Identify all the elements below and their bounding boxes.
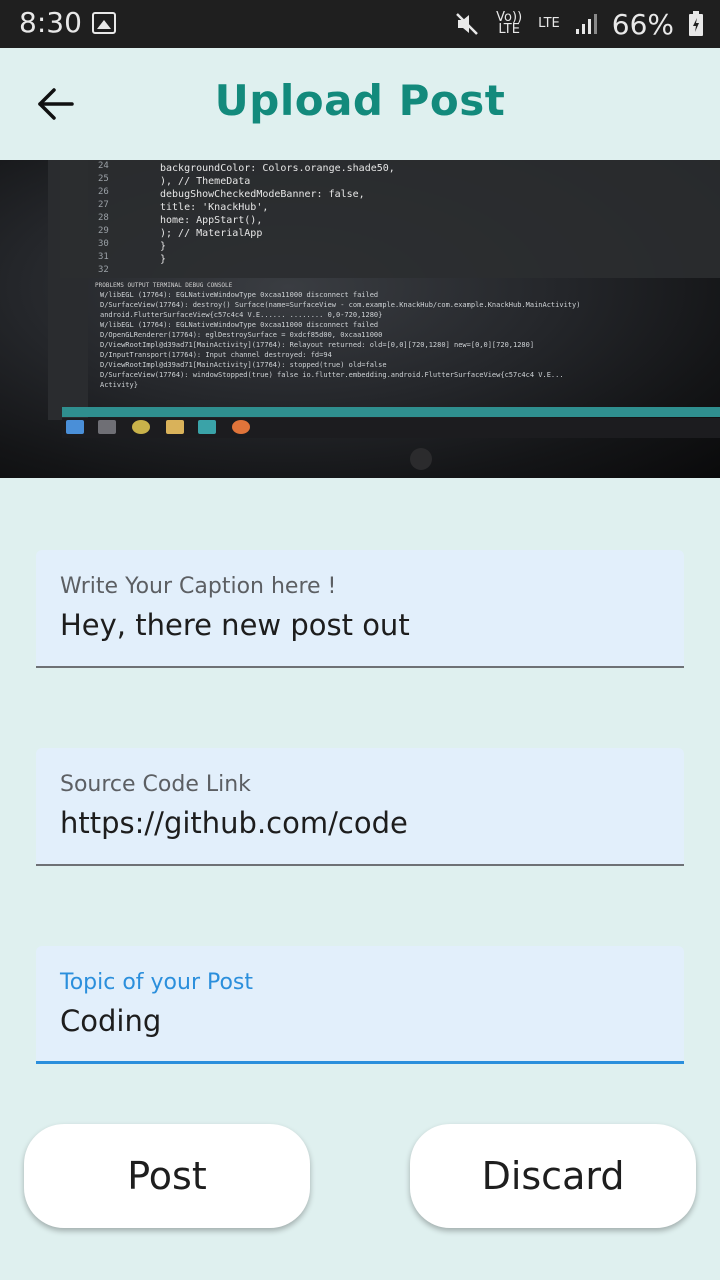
photo-console-line: D/ViewRootImpl@d39ad71[MainActivity](177… [100,361,387,369]
topic-label: Topic of your Post [60,970,254,995]
lte-indicator: LTE [538,16,560,31]
photo-taskbar-code-icon [198,420,216,434]
source-link-field[interactable]: Source Code Link [36,748,684,866]
photo-console-line: android.FlutterSurfaceView{c57c4c4 V.E..… [100,311,383,319]
caption-label: Write Your Caption here ! [60,574,337,599]
mute-icon [454,11,480,37]
photo-line-number: 31 [98,252,109,262]
photo-taskbar-folder-icon [166,420,184,434]
photo-code-line: backgroundColor: Colors.orange.shade50, [160,163,395,174]
photo-code-line: ), // ThemeData [160,176,251,187]
page-title: Upload Post [214,76,506,125]
photo-code-line: debugShowCheckedModeBanner: false, [160,189,365,200]
photo-taskbar-windows-icon [66,420,84,434]
photo-console-line: W/libEGL (17764): EGLNativeWindowType 0x… [100,291,379,299]
photo-code-line: home: AppStart(), [160,215,263,226]
photo-code-line: } [160,241,167,252]
caption-input[interactable] [60,608,660,642]
battery-icon [688,11,704,37]
post-image-preview: 24 25 26 27 28 29 30 31 32 backgroundColor: Colo… [0,160,720,478]
photo-console-tabs: PROBLEMS OUTPUT TERMINAL DEBUG CONSOLE [95,282,233,289]
photo-status-strip [62,407,720,417]
photo-console-line: D/InputTransport(17764): Input channel d… [100,351,332,359]
photo-line-number: 24 [98,161,109,171]
photo-line-number: 25 [98,174,109,184]
photo-line-number: 28 [98,213,109,223]
photo-line-numbers: 24 25 26 27 28 29 30 31 32 [98,160,109,277]
status-time: 8:30 [19,6,82,39]
photo-console-line: Activity} [100,381,138,389]
discard-button[interactable]: Discard [410,1124,696,1228]
photo-console-line: W/libEGL (17764): EGLNativeWindowType 0x… [100,321,379,329]
photo-taskbar-firefox-icon [232,420,250,434]
photo-line-number: 26 [98,187,109,197]
gallery-icon [92,12,116,34]
photo-code-line: title: 'KnackHub', [160,202,269,213]
photo-line-number: 29 [98,226,109,236]
volte-indicator: Vo)) LTE [496,10,523,37]
battery-percent: 66% [611,7,674,41]
photo-taskbar-task-icon [98,420,116,434]
status-right-group: Vo)) LTE LTE 66% [454,0,704,48]
photo-console-line: D/SurfaceView(17764): destroy() Surface(… [100,301,581,309]
photo-code-line: ); // MaterialApp [160,228,263,239]
photo-console-line: D/SurfaceView(17764): windowStopped(true… [100,371,564,379]
app-bar: Upload Post [0,48,720,160]
topic-input[interactable] [60,1004,660,1038]
source-link-input[interactable] [60,806,660,840]
photo-console-output: W/libEGL (17764): EGLNativeWindowType 0x… [100,290,720,390]
post-button[interactable]: Post [24,1124,310,1228]
photo-code-lines: backgroundColor: Colors.orange.shade50,)… [160,162,395,266]
photo-taskbar [62,418,720,438]
photo-taskbar-chrome-icon [132,420,150,434]
status-bar: 8:30 Vo)) LTE LTE 66% [0,0,720,48]
signal-icon [574,12,598,36]
photo-line-number: 27 [98,200,109,210]
photo-code-line: } [160,254,167,265]
photo-line-number: 30 [98,239,109,249]
photo-console-line: D/ViewRootImpl@d39ad71[MainActivity](177… [100,341,535,349]
source-link-label: Source Code Link [60,772,251,797]
hp-logo-icon [410,448,432,470]
photo-line-number: 32 [98,265,109,275]
photo-console-line: D/OpenGLRenderer(17764): eglDestroySurfa… [100,331,383,339]
caption-field[interactable]: Write Your Caption here ! [36,550,684,668]
topic-field[interactable]: Topic of your Post [36,946,684,1064]
